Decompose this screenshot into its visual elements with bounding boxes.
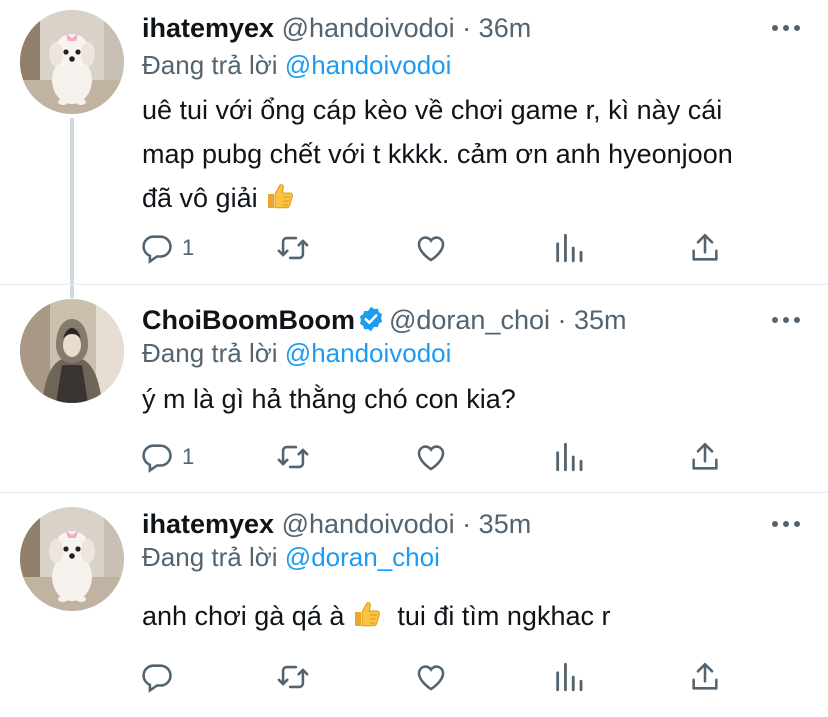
mention-link[interactable]: @handoivodoi — [285, 50, 452, 80]
thumbs-up-emoji — [265, 181, 295, 211]
avatar[interactable] — [20, 299, 124, 403]
share-icon — [688, 231, 722, 265]
tweet-text-part: anh chơi gà qá à — [142, 601, 345, 631]
tweet-actions: 1 — [140, 228, 740, 268]
share-button[interactable] — [688, 437, 722, 477]
like-button[interactable] — [414, 657, 448, 697]
tweet-1[interactable]: ihatemyex @handoivodoi · 36m Đang trả lờ… — [0, 0, 828, 298]
like-icon — [414, 660, 448, 694]
replying-to-label: Đang trả lời — [142, 542, 278, 572]
replying-to: Đang trả lời @handoivodoi — [142, 50, 451, 81]
retweet-icon — [276, 231, 310, 265]
thread-line — [70, 118, 74, 298]
tweet-text-line: uê tui với ổng cáp kèo về chơi game r, k… — [142, 95, 723, 125]
display-name[interactable]: ihatemyex — [142, 13, 274, 43]
separator-dot: · — [557, 305, 567, 335]
retweet-button[interactable] — [276, 657, 310, 697]
tweet-actions: 1 — [140, 437, 740, 477]
reply-icon — [140, 231, 174, 265]
like-icon — [414, 440, 448, 474]
separator-dot: · — [462, 509, 472, 539]
mention-link[interactable]: @handoivodoi — [285, 338, 452, 368]
tweet-text: anh chơi gà qá à tui đi tìm ngkhac r — [142, 594, 802, 638]
user-handle[interactable]: @handoivodoi — [282, 13, 455, 43]
views-icon — [552, 440, 586, 474]
reply-button[interactable]: 1 — [140, 228, 194, 268]
verified-badge-icon — [359, 306, 383, 332]
retweet-button[interactable] — [276, 437, 310, 477]
tweet-2[interactable]: ChoiBoomBoom @doran_choi · 35m Đang trả l… — [0, 285, 828, 485]
retweet-button[interactable] — [276, 228, 310, 268]
tweet-text-line: đã vô giải — [142, 183, 258, 213]
tweet-text-part: tui đi tìm ngkhac r — [397, 601, 611, 631]
views-button[interactable] — [552, 437, 586, 477]
reply-button[interactable]: 1 — [140, 437, 194, 477]
retweet-icon — [276, 660, 310, 694]
tweet-header: ChoiBoomBoom @doran_choi · 35m — [142, 300, 627, 340]
replying-to-label: Đang trả lời — [142, 338, 278, 368]
display-name[interactable]: ChoiBoomBoom — [142, 305, 355, 335]
separator-dot: · — [462, 13, 472, 43]
share-button[interactable] — [688, 657, 722, 697]
replying-to-label: Đang trả lời — [142, 50, 278, 80]
tweet-text-line: ý m là gì hả thằng chó con kia? — [142, 384, 516, 414]
replying-to: Đang trả lời @handoivodoi — [142, 338, 451, 369]
views-button[interactable] — [552, 657, 586, 697]
views-icon — [552, 660, 586, 694]
tweet-3[interactable]: ihatemyex @handoivodoi · 35m Đang trả lờ… — [0, 493, 828, 717]
more-icon[interactable] — [768, 8, 804, 48]
views-button[interactable] — [552, 228, 586, 268]
reply-button[interactable] — [140, 657, 182, 697]
tweet-header: ihatemyex @handoivodoi · 35m — [142, 504, 531, 544]
more-icon[interactable] — [768, 504, 804, 544]
share-icon — [688, 440, 722, 474]
thumbs-up-emoji — [352, 599, 382, 629]
reply-icon — [140, 440, 174, 474]
timestamp[interactable]: 35m — [574, 305, 627, 335]
timestamp[interactable]: 36m — [479, 13, 532, 43]
like-icon — [414, 231, 448, 265]
share-icon — [688, 660, 722, 694]
reply-icon — [140, 660, 174, 694]
user-handle[interactable]: @doran_choi — [389, 305, 550, 335]
reply-count: 1 — [182, 235, 195, 260]
tweet-text: ý m là gì hả thằng chó con kia? — [142, 377, 802, 421]
retweet-icon — [276, 440, 310, 474]
display-name[interactable]: ihatemyex — [142, 509, 274, 539]
like-button[interactable] — [414, 228, 448, 268]
views-icon — [552, 231, 586, 265]
avatar[interactable] — [20, 10, 124, 114]
timestamp[interactable]: 35m — [479, 509, 532, 539]
like-button[interactable] — [414, 437, 448, 477]
tweet-header: ihatemyex @handoivodoi · 36m — [142, 8, 531, 48]
reply-count: 1 — [182, 444, 195, 469]
more-icon[interactable] — [768, 300, 804, 340]
tweet-text-line: map pubg chết với t kkkk. cảm ơn anh hye… — [142, 139, 733, 169]
tweet-actions — [140, 657, 740, 697]
mention-link[interactable]: @doran_choi — [285, 542, 440, 572]
replying-to: Đang trả lời @doran_choi — [142, 542, 440, 573]
tweet-text: uê tui với ổng cáp kèo về chơi game r, k… — [142, 88, 802, 220]
avatar[interactable] — [20, 507, 124, 611]
share-button[interactable] — [688, 228, 722, 268]
user-handle[interactable]: @handoivodoi — [282, 509, 455, 539]
